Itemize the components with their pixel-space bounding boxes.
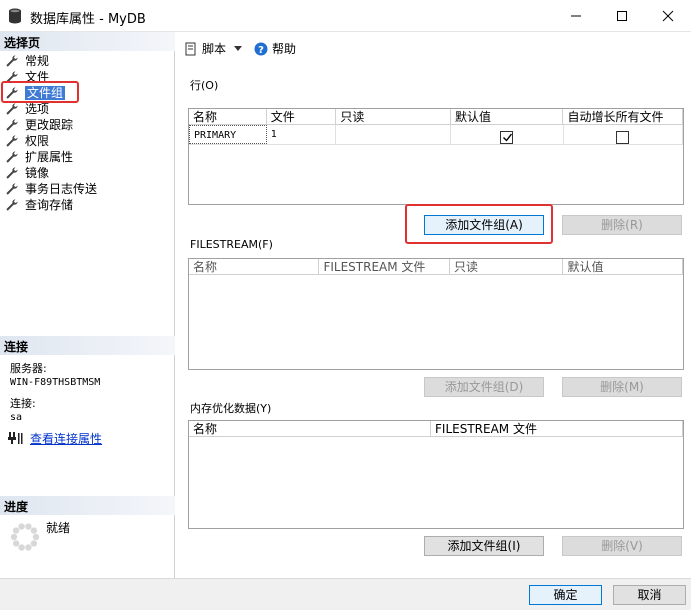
add-filestream-filegroup-button[interactable]: 添加文件组(D) <box>424 377 544 397</box>
column-header[interactable]: 自动增长所有文件 <box>563 109 683 124</box>
nav-item-label: 选项 <box>25 102 50 116</box>
readonly-cell[interactable] <box>336 125 451 144</box>
nav-item-label: 更改跟踪 <box>25 118 74 132</box>
column-header[interactable]: 名称 <box>189 109 267 124</box>
remove-filestream-button[interactable]: 删除(M) <box>562 377 682 397</box>
column-header[interactable]: 名称 <box>189 259 320 274</box>
nav-item[interactable]: 查询存储 <box>0 197 175 213</box>
connection-header: 连接 <box>0 336 175 355</box>
select-page-header: 选择页 <box>0 32 175 51</box>
nav-item-label: 扩展属性 <box>25 150 74 164</box>
right-pane: 脚本 ? 帮助 行(O) 名称 文件 只读 默认值 自动增长所有文件 PRIMARY 1 … <box>176 32 691 578</box>
filestream-label: FILESTREAM(F) <box>190 238 273 251</box>
nav-item[interactable]: 扩展属性 <box>0 149 175 165</box>
memory-optimized-label: 内存优化数据(Y) <box>190 402 272 415</box>
column-header[interactable]: 只读 <box>450 259 564 274</box>
nav-item-label: 查询存储 <box>25 198 74 212</box>
nav-item[interactable]: 更改跟踪 <box>0 117 175 133</box>
add-filegroup-button[interactable]: 添加文件组(A) <box>424 215 544 235</box>
column-header[interactable]: 名称 <box>189 421 432 436</box>
nav-item[interactable]: 事务日志传送 <box>0 181 175 197</box>
cancel-button[interactable]: 取消 <box>613 585 686 605</box>
wrench-icon <box>6 103 18 115</box>
rows-grid[interactable]: 名称 文件 只读 默认值 自动增长所有文件 PRIMARY 1 <box>188 108 684 205</box>
help-icon: ? <box>254 42 268 56</box>
script-button[interactable]: 脚本 <box>184 40 243 57</box>
help-button[interactable]: ? 帮助 <box>254 40 296 57</box>
wrench-icon <box>6 55 18 67</box>
default-cell[interactable] <box>451 125 564 144</box>
nav-item[interactable]: 常规 <box>0 53 175 69</box>
server-label: 服务器: <box>10 362 47 375</box>
connection-properties-icon <box>8 432 23 444</box>
wrench-icon <box>6 167 18 179</box>
script-icon <box>185 42 196 55</box>
wrench-icon <box>6 183 18 195</box>
page-nav-list: 常规 文件 文件组 选项 更改跟踪 权限 扩展属性 镜像 事务日志传送 查询存储 <box>0 53 175 213</box>
file-count-cell: 1 <box>267 125 337 144</box>
table-row[interactable]: PRIMARY 1 <box>189 125 684 145</box>
progress-header: 进度 <box>0 496 175 515</box>
wrench-icon <box>6 135 18 147</box>
column-header[interactable]: 默认值 <box>451 109 564 124</box>
wrench-icon <box>6 119 18 131</box>
maximize-icon <box>617 11 627 21</box>
connection-label: 连接: <box>10 397 36 410</box>
help-label: 帮助 <box>272 42 297 56</box>
toolbar: 脚本 ? 帮助 <box>176 32 691 62</box>
nav-item[interactable]: 镜像 <box>0 165 175 181</box>
ok-button[interactable]: 确定 <box>529 585 602 605</box>
rows-label: 行(O) <box>190 79 219 92</box>
nav-item[interactable]: 选项 <box>0 101 175 117</box>
close-icon <box>662 10 674 22</box>
script-label: 脚本 <box>202 42 227 56</box>
progress-status: 就绪 <box>46 521 71 535</box>
minimize-icon <box>571 15 581 17</box>
connection-value: sa <box>10 412 23 423</box>
server-value: WIN-F89THSBTMSM <box>10 377 101 388</box>
filegroup-name-cell[interactable]: PRIMARY <box>189 125 267 144</box>
remove-memory-button[interactable]: 删除(V) <box>562 536 682 556</box>
svg-text:?: ? <box>258 45 264 56</box>
memory-optimized-grid[interactable]: 名称 FILESTREAM 文件 <box>188 420 684 529</box>
nav-item[interactable]: 权限 <box>0 133 175 149</box>
left-pane: 选择页 常规 文件 文件组 选项 更改跟踪 权限 扩展属性 镜像 事务日志传送 查询存储 连接 服… <box>0 32 175 578</box>
nav-item-label: 镜像 <box>25 166 50 180</box>
default-checkbox[interactable] <box>500 130 514 144</box>
column-header[interactable]: FILESTREAM 文件 <box>319 259 450 274</box>
dialog-footer: 确定 取消 <box>0 578 691 610</box>
wrench-icon <box>6 151 18 163</box>
nav-item-label: 权限 <box>25 134 50 148</box>
highlight-box <box>1 81 79 103</box>
chevron-down-icon <box>234 45 243 51</box>
column-header[interactable]: 只读 <box>336 109 451 124</box>
autogrow-cell[interactable] <box>564 125 684 144</box>
database-icon <box>9 8 21 24</box>
close-button[interactable] <box>645 0 691 32</box>
column-header[interactable]: FILESTREAM 文件 <box>431 421 683 436</box>
remove-filegroup-button[interactable]: 删除(R) <box>562 215 682 235</box>
column-header[interactable]: 文件 <box>267 109 337 124</box>
title-bar: 数据库属性 - MyDB <box>0 0 691 32</box>
autogrow-checkbox[interactable] <box>616 130 630 144</box>
nav-item-label: 常规 <box>25 54 50 68</box>
progress-spinner-icon <box>10 523 40 551</box>
add-memory-filegroup-button[interactable]: 添加文件组(I) <box>424 536 544 556</box>
wrench-icon <box>6 199 18 211</box>
view-connection-properties-link[interactable]: 查看连接属性 <box>30 430 102 447</box>
nav-item-label: 事务日志传送 <box>25 182 98 196</box>
filestream-grid[interactable]: 名称 FILESTREAM 文件 只读 默认值 <box>188 258 684 370</box>
maximize-button[interactable] <box>599 0 645 32</box>
minimize-button[interactable] <box>553 0 599 32</box>
window-title: 数据库属性 - MyDB <box>30 12 146 27</box>
column-header[interactable]: 默认值 <box>563 259 683 274</box>
